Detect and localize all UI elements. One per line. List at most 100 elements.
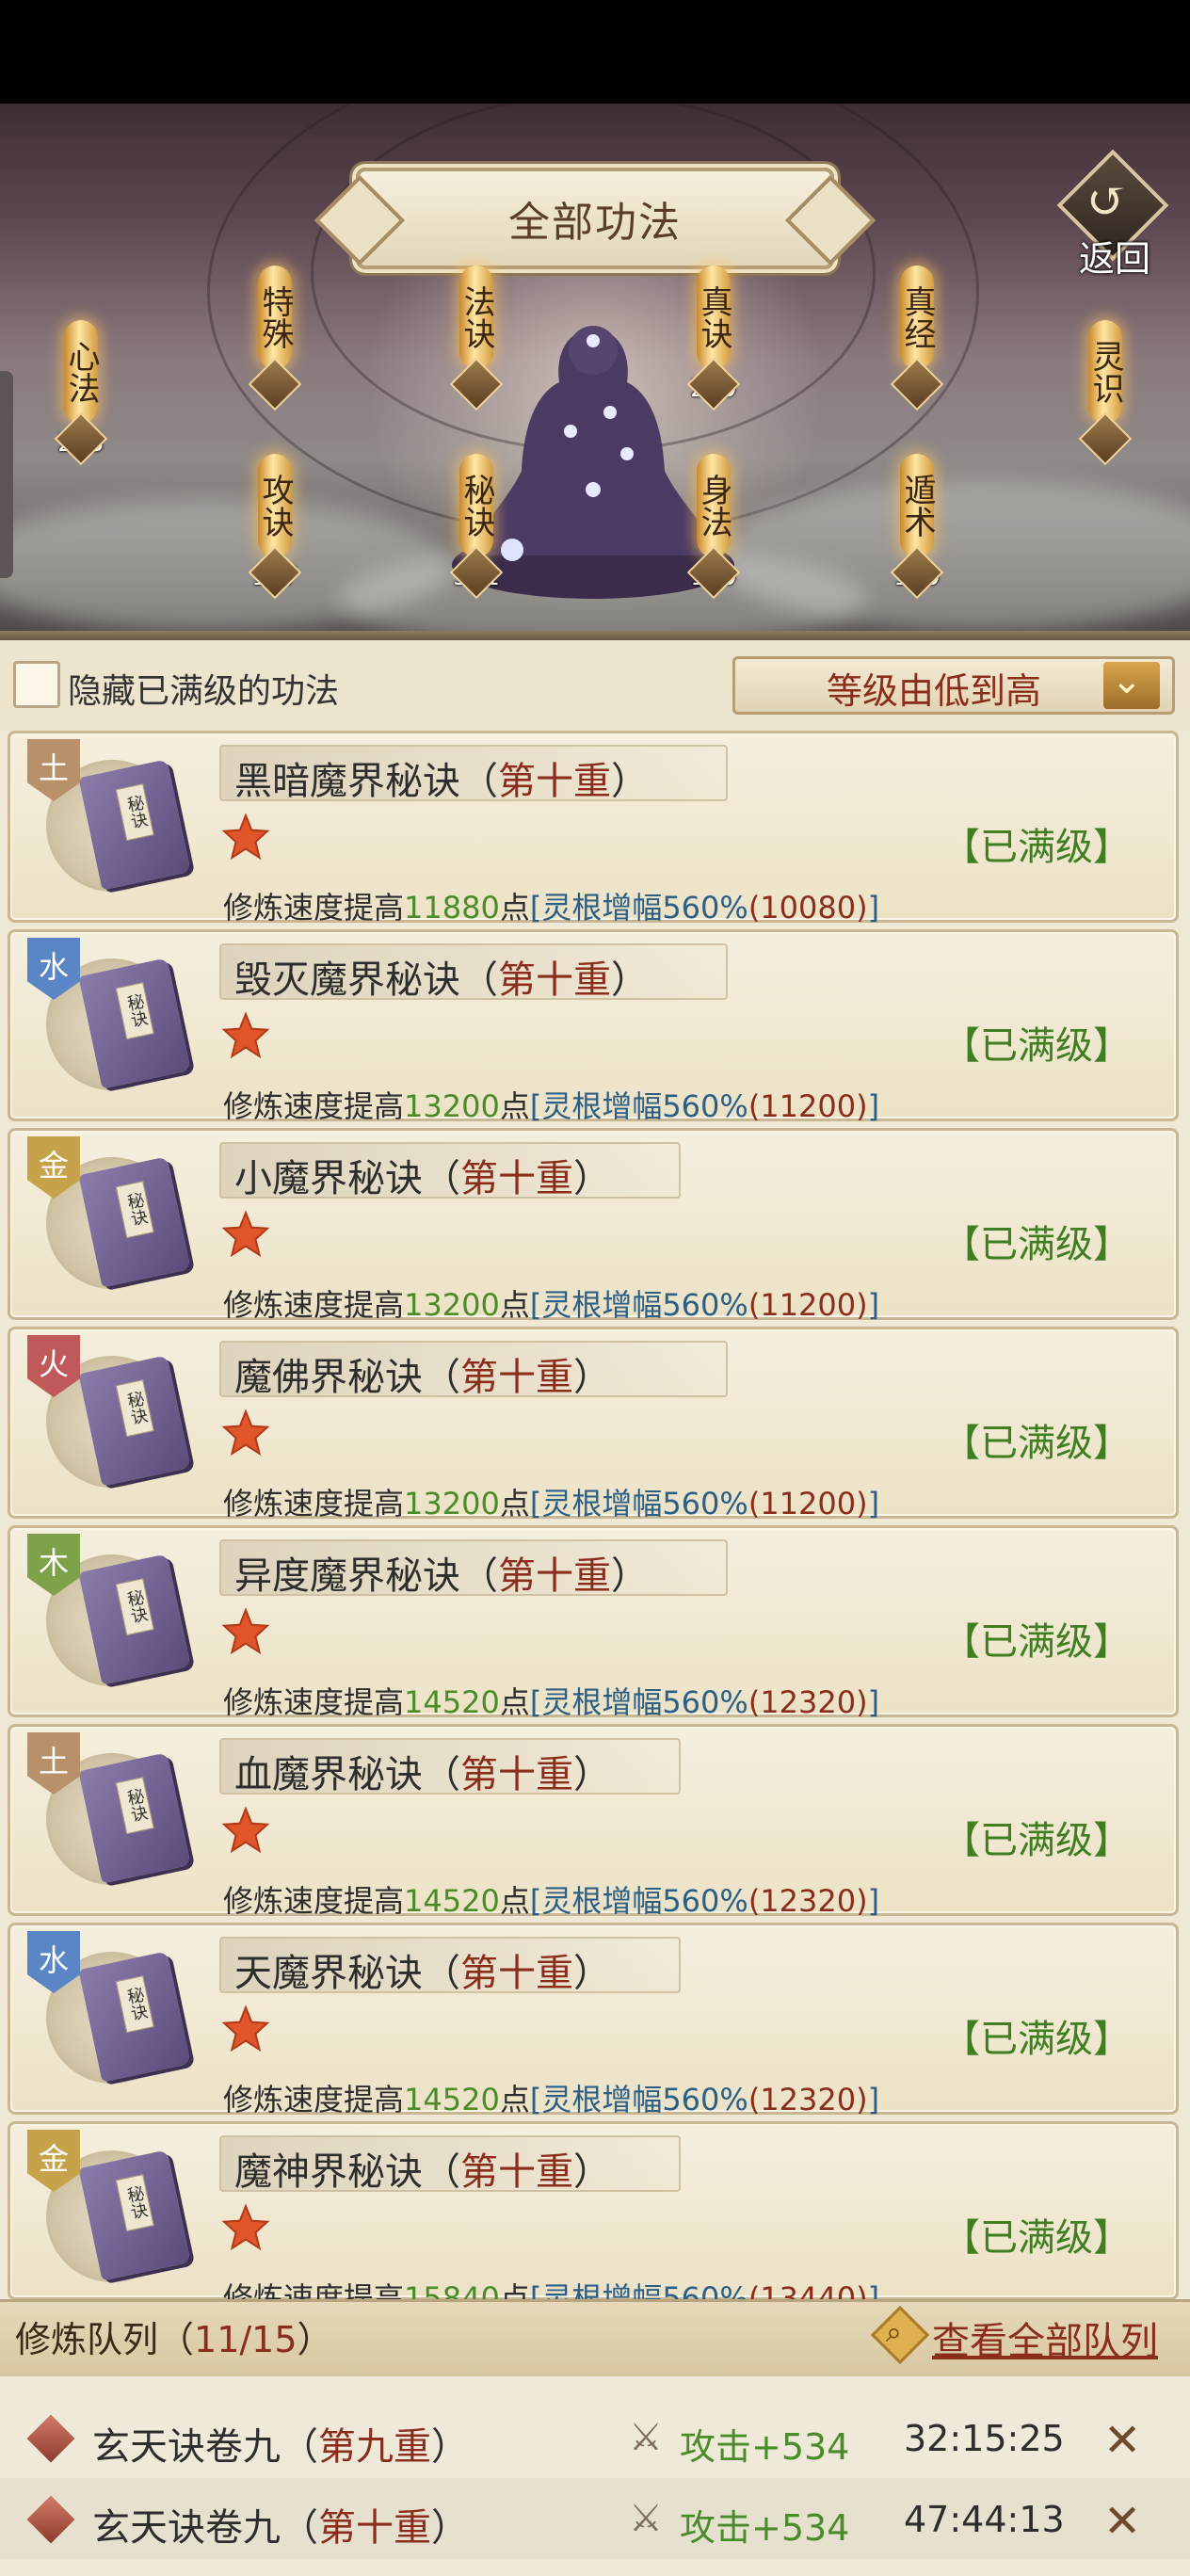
cancel-icon[interactable]: ✕: [1103, 2495, 1141, 2548]
skill-card[interactable]: 秘诀金小魔界秘诀（第十重） 【已满级】 修炼速度提高13200点[灵根增幅560%(…: [8, 1128, 1179, 1323]
stat-paren: ): [856, 890, 868, 926]
stat-unit: 点: [499, 890, 530, 926]
stat-bracket: [: [529, 1287, 542, 1323]
queue-timer: 47:44:13: [904, 2499, 1065, 2540]
skill-scroll-icon: [26, 2495, 75, 2544]
stat-bracket: [: [529, 1883, 542, 1919]
stat-unit: 点: [499, 2082, 530, 2117]
stat-paren: (: [748, 1684, 761, 1720]
category-zhenjue[interactable]: 真诀 259: [686, 266, 741, 411]
count-diamond-icon: [1078, 411, 1133, 466]
hide-maxed-checkbox[interactable]: [13, 661, 60, 708]
skill-card[interactable]: 秘诀土血魔界秘诀（第十重） 【已满级】 修炼速度提高14520点[灵根增幅560%(…: [8, 1724, 1179, 1919]
queue-row: 玄天诀卷九（第十重） ⚔ 攻击+534 47:44:13 ✕: [0, 2478, 1190, 2559]
skill-card[interactable]: 秘诀金魔神界秘诀（第十重） 【已满级】 修炼速度提高15840点[灵根增幅560%(…: [8, 2121, 1179, 2316]
skill-name-plate: 异度魔界秘诀（第十重）: [219, 1539, 728, 1598]
category-shenfa[interactable]: 身法 129: [686, 454, 741, 600]
star-icon: [221, 1607, 270, 1655]
category-xinfa[interactable]: 心法 205: [54, 320, 108, 466]
star-icon: [221, 1409, 270, 1457]
max-level-status: 【已满级】: [942, 826, 1131, 869]
stat-bracket: ]: [867, 1883, 880, 1919]
skill-scroll-icon: [26, 2414, 75, 2463]
category-gongjue[interactable]: 攻诀 147: [248, 454, 302, 600]
skill-name: 天魔界秘诀（: [234, 1952, 460, 1995]
stat-bonus: 灵根增幅560%: [541, 1088, 748, 1124]
book-label: 秘诀: [115, 982, 154, 1040]
hero-banner: 全部功法 ↺: [0, 104, 1190, 642]
stat-unit: 点: [499, 1088, 530, 1124]
skill-card[interactable]: 秘诀木异度魔界秘诀（第十重） 【已满级】 修炼速度提高14520点[灵根增幅560%…: [8, 1525, 1179, 1720]
book-label: 秘诀: [115, 1578, 154, 1636]
star-icon: [221, 813, 270, 861]
stat-speed: 13200: [404, 1486, 500, 1521]
view-all-queue-link[interactable]: 查看全部队列: [932, 2310, 1158, 2365]
stat-paren: (: [748, 2082, 761, 2117]
book-label: 秘诀: [115, 1379, 154, 1438]
skill-name: 黑暗魔界秘诀（: [234, 760, 498, 803]
category-fajue[interactable]: 法诀 0: [449, 266, 504, 411]
skill-card[interactable]: 秘诀水毁灭魔界秘诀（第十重） 【已满级】 修炼速度提高13200点[灵根增幅560%…: [8, 929, 1179, 1124]
page-title: 全部功法: [508, 199, 682, 247]
app-root: 全部功法 ↺ 返回 心法 205 特殊 5 攻诀 147 法诀 0 秘诀 311…: [0, 0, 1190, 2576]
category-name: 灵识: [1086, 340, 1124, 404]
skill-name-close: ）: [573, 1952, 611, 1995]
skill-name-plate: 血魔界秘诀（第十重）: [219, 1738, 681, 1796]
star-icon: [221, 2203, 270, 2251]
cancel-icon[interactable]: ✕: [1103, 2414, 1141, 2467]
skill-stat: 修炼速度提高14520点[灵根增幅560%(12320)]: [223, 1679, 879, 1722]
skill-name-plate: 黑暗魔界秘诀（第十重）: [219, 745, 728, 803]
stat-unit: 点: [499, 1287, 530, 1323]
skill-level: 第十重: [498, 958, 611, 1002]
category-name: 心法: [62, 340, 100, 404]
skill-name-close: ）: [573, 1157, 611, 1200]
stat-bracket: ]: [867, 1287, 880, 1323]
queue-title-close: ）: [297, 2319, 333, 2360]
max-level-status: 【已满级】: [942, 2018, 1131, 2061]
max-level-status: 【已满级】: [942, 1819, 1131, 1862]
skill-name-plate: 魔神界秘诀（第十重）: [219, 2135, 681, 2194]
category-teshu[interactable]: 特殊 5: [248, 266, 302, 411]
stat-paren: (: [748, 1486, 761, 1521]
stat-bracket: ]: [867, 1486, 880, 1521]
skill-stat: 修炼速度提高14520点[灵根增幅560%(12320)]: [223, 2076, 879, 2119]
stat-bonus: 灵根增幅560%: [541, 1684, 748, 1720]
skill-name-close: ）: [611, 760, 649, 803]
queue-skill-name-text: 玄天诀卷九（: [92, 2425, 318, 2469]
star-icon: [221, 1806, 270, 1854]
skill-name: 异度魔界秘诀（: [234, 1554, 498, 1598]
category-lingshi[interactable]: 灵识 99: [1078, 320, 1133, 466]
stat-bonus: 灵根增幅560%: [541, 2082, 748, 2117]
max-level-status: 【已满级】: [942, 1620, 1131, 1664]
skill-name: 小魔界秘诀（: [234, 1157, 460, 1200]
stat-bonus: 灵根增幅560%: [541, 1883, 748, 1919]
skill-name-close: ）: [573, 1753, 611, 1796]
stat-bracket: ]: [867, 1088, 880, 1124]
page-title-plate: 全部功法: [356, 168, 834, 269]
queue-skill-name: 玄天诀卷九（第十重）: [92, 2497, 469, 2552]
skill-name: 血魔界秘诀（: [234, 1753, 460, 1796]
skill-level: 第十重: [460, 1356, 573, 1399]
skill-card[interactable]: 秘诀火魔佛界秘诀（第十重） 【已满级】 修炼速度提高13200点[灵根增幅560%(…: [8, 1327, 1179, 1521]
hide-maxed-label[interactable]: 隐藏已满级的功法: [68, 664, 339, 713]
stat-bracket: ]: [867, 890, 880, 926]
skill-level: 第十重: [460, 1157, 573, 1200]
skill-card[interactable]: 秘诀水天魔界秘诀（第十重） 【已满级】 修炼速度提高14520点[灵根增幅560%(…: [8, 1923, 1179, 2117]
stat-bracket: [: [529, 1088, 542, 1124]
queue-attack-bonus: 攻击+534: [680, 2507, 850, 2549]
skill-name-plate: 毁灭魔界秘诀（第十重）: [219, 943, 728, 1002]
queue-skill-name: 玄天诀卷九（第九重）: [92, 2416, 469, 2471]
category-zhenjing[interactable]: 真经 61: [890, 266, 944, 411]
sort-label[interactable]: 等级由低到高: [793, 662, 1075, 714]
category-mijue[interactable]: 秘诀 311: [449, 454, 504, 600]
back-label[interactable]: 返回: [1079, 230, 1150, 282]
chevron-down-icon: ⌄: [1111, 659, 1143, 702]
search-icon: ⌕: [886, 2316, 902, 2349]
category-dunshu[interactable]: 遁术 129: [890, 454, 944, 600]
book-label: 秘诀: [115, 1777, 154, 1835]
queue-skill-close: ）: [431, 2506, 469, 2550]
stat-base: 10080: [760, 890, 857, 926]
skill-card[interactable]: 秘诀土黑暗魔界秘诀（第十重） 【已满级】 修炼速度提高11880点[灵根增幅560%…: [8, 731, 1179, 926]
edge-handle[interactable]: [0, 371, 13, 578]
stat-speed: 13200: [404, 1287, 500, 1323]
